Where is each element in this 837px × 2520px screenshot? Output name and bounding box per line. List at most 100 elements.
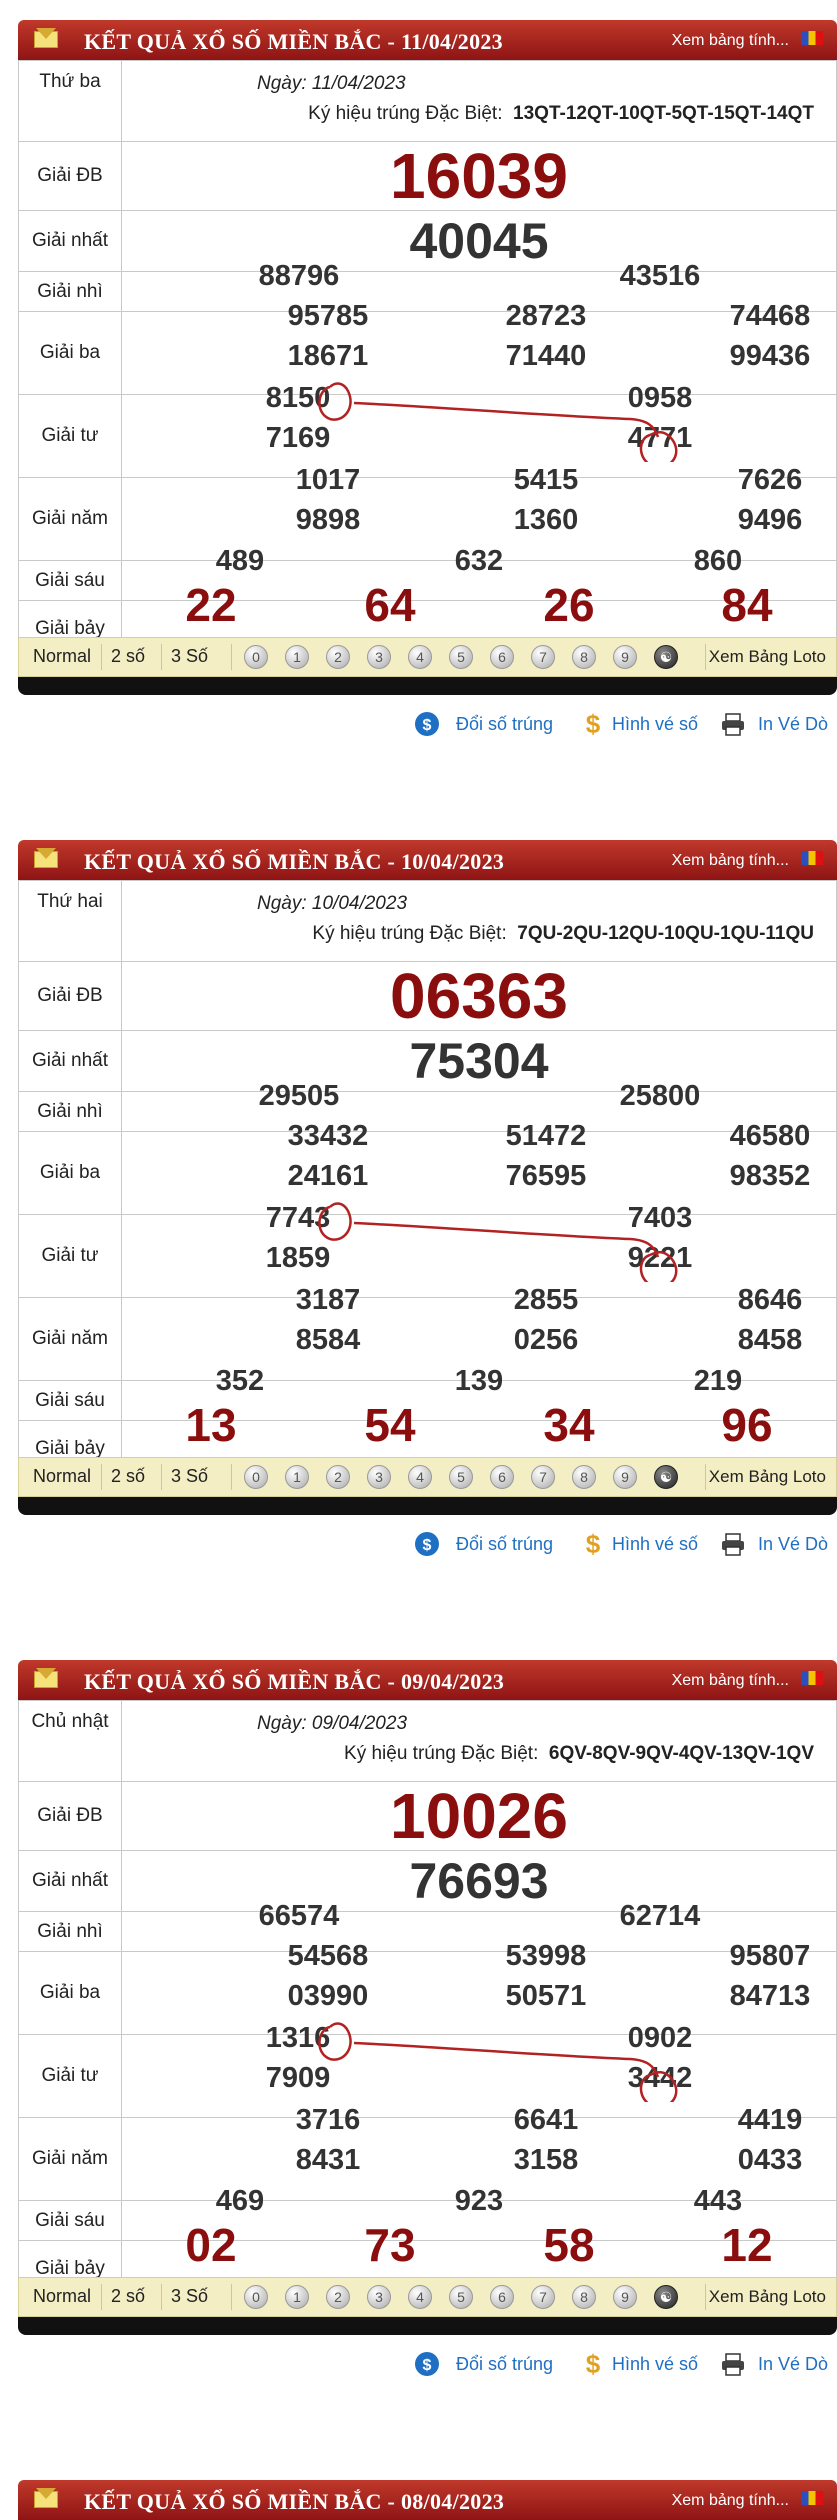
prize-number: 489 <box>215 545 265 577</box>
exchange-icon[interactable]: $ <box>414 1531 440 1557</box>
print-ticket-link[interactable]: In Vé Dò <box>758 2354 828 2375</box>
number-ball-9[interactable]: 9 <box>613 1465 637 1489</box>
number-ball-yinyang[interactable]: ☯ <box>654 645 678 669</box>
ticket-image-link[interactable]: Hình vé số <box>612 2354 698 2375</box>
number-ball-1[interactable]: 1 <box>285 645 309 669</box>
ticket-image-link[interactable]: Hình vé số <box>612 1534 698 1555</box>
loto-tab[interactable]: 3 Số <box>171 1466 208 1487</box>
first-prize-number: 40045 <box>409 213 549 269</box>
prize-label: Giải ĐB <box>18 141 122 211</box>
number-ball-4[interactable]: 4 <box>408 1465 432 1489</box>
view-table-link[interactable]: Xem bảng tính... <box>672 32 789 50</box>
dollar-icon[interactable]: $ <box>580 1529 606 1559</box>
number-ball-0[interactable]: 0 <box>244 2285 268 2309</box>
loto-table-link[interactable]: Xem Bảng Loto <box>709 647 826 667</box>
exchange-icon[interactable]: $ <box>414 2351 440 2377</box>
number-ball-6[interactable]: 6 <box>490 645 514 669</box>
loto-tab[interactable]: 2 số <box>111 1466 145 1487</box>
ticket-image-link[interactable]: Hình vé số <box>612 714 698 735</box>
exchange-link[interactable]: Đổi số trúng <box>456 2354 553 2375</box>
view-table-link[interactable]: Xem bảng tính... <box>672 1672 789 1690</box>
number-ball-2[interactable]: 2 <box>326 645 350 669</box>
envelope-icon <box>34 2488 58 2508</box>
number-ball-3[interactable]: 3 <box>367 645 391 669</box>
number-ball-2[interactable]: 2 <box>326 2285 350 2309</box>
number-ball-2[interactable]: 2 <box>326 1465 350 1489</box>
number-ball-4[interactable]: 4 <box>408 2285 432 2309</box>
number-ball-yinyang[interactable]: ☯ <box>654 1465 678 1489</box>
tab-separator <box>101 1464 102 1490</box>
table-row: Chủ nhật Ngày: 09/04/2023 Ký hiệu trúng Đặ… <box>18 1700 837 1782</box>
special-code-value: 13QT-12QT-10QT-5QT-15QT-14QT <box>513 103 814 124</box>
loto-tab[interactable]: 3 Số <box>171 2286 208 2307</box>
exchange-icon[interactable]: $ <box>414 711 440 737</box>
number-ball-1[interactable]: 1 <box>285 1465 309 1489</box>
loto-tab[interactable]: Normal <box>33 1466 91 1487</box>
table-row: Giải tư <box>18 394 837 478</box>
exchange-link[interactable]: Đổi số trúng <box>456 714 553 735</box>
result-title: KẾT QUẢ XỔ SỐ MIỀN BẮC - 08/04/2023 <box>84 2489 505 2514</box>
special-code: Ký hiệu trúng Đặc Biệt: 13QT-12QT-10QT-5… <box>308 103 814 125</box>
loto-tab[interactable]: 2 số <box>111 2286 145 2307</box>
view-table-link[interactable]: Xem bảng tính... <box>672 2492 789 2510</box>
number-ball-5[interactable]: 5 <box>449 645 473 669</box>
printer-icon[interactable] <box>720 1531 746 1557</box>
prize-number: 54 <box>364 1399 416 1451</box>
prize-values: 10026 <box>121 1781 837 1851</box>
number-ball-8[interactable]: 8 <box>572 2285 596 2309</box>
prize-number: 0958 <box>627 382 693 414</box>
number-ball-0[interactable]: 0 <box>244 645 268 669</box>
number-ball-6[interactable]: 6 <box>490 1465 514 1489</box>
draw-date: Ngày: 09/04/2023 <box>257 1713 408 1734</box>
prize-number: 0256 <box>513 1324 579 1356</box>
exchange-link[interactable]: Đổi số trúng <box>456 1534 553 1555</box>
table-row: Giải tư <box>18 1214 837 1298</box>
table-row: Giải nhì <box>18 1091 837 1132</box>
view-table-link[interactable]: Xem bảng tính... <box>672 852 789 870</box>
table-row: Giải nhất 76693 <box>18 1850 837 1912</box>
number-ball-3[interactable]: 3 <box>367 1465 391 1489</box>
number-ball-6[interactable]: 6 <box>490 2285 514 2309</box>
number-ball-9[interactable]: 9 <box>613 645 637 669</box>
printer-icon[interactable] <box>720 711 746 737</box>
loto-tab[interactable]: 2 số <box>111 646 145 667</box>
number-ball-1[interactable]: 1 <box>285 2285 309 2309</box>
print-ticket-link[interactable]: In Vé Dò <box>758 1534 828 1555</box>
prize-label: Giải tư <box>18 394 122 478</box>
loto-tab[interactable]: Normal <box>33 646 91 667</box>
number-ball-7[interactable]: 7 <box>531 1465 555 1489</box>
loto-table-link[interactable]: Xem Bảng Loto <box>709 2287 826 2307</box>
number-ball-yinyang[interactable]: ☯ <box>654 2285 678 2309</box>
dollar-icon[interactable]: $ <box>580 2349 606 2379</box>
loto-table-link[interactable]: Xem Bảng Loto <box>709 1467 826 1487</box>
prize-number: 24161 <box>287 1160 369 1192</box>
number-ball-8[interactable]: 8 <box>572 1465 596 1489</box>
number-ball-5[interactable]: 5 <box>449 2285 473 2309</box>
svg-text:$: $ <box>586 2351 601 2377</box>
loto-tab[interactable]: Normal <box>33 2286 91 2307</box>
prize-number: 9898 <box>295 504 361 536</box>
number-ball-7[interactable]: 7 <box>531 2285 555 2309</box>
weekday-cell: Thứ hai <box>18 880 122 962</box>
number-ball-4[interactable]: 4 <box>408 645 432 669</box>
dollar-icon[interactable]: $ <box>580 709 606 739</box>
prize-number: 18671 <box>287 340 369 372</box>
number-ball-8[interactable]: 8 <box>572 645 596 669</box>
number-ball-5[interactable]: 5 <box>449 1465 473 1489</box>
number-ball-9[interactable]: 9 <box>613 2285 637 2309</box>
number-ball-7[interactable]: 7 <box>531 645 555 669</box>
loto-tab[interactable]: 3 Số <box>171 646 208 667</box>
number-ball-0[interactable]: 0 <box>244 1465 268 1489</box>
prize-number: 29505 <box>258 1080 340 1112</box>
printer-icon[interactable] <box>720 2351 746 2377</box>
weekday-cell: Thứ ba <box>18 60 122 142</box>
prize-number: 632 <box>454 545 504 577</box>
prize-label: Giải ĐB <box>18 1781 122 1851</box>
prize-values <box>121 2034 837 2118</box>
number-ball-3[interactable]: 3 <box>367 2285 391 2309</box>
prize-values: 76693 <box>121 1850 837 1912</box>
print-ticket-link[interactable]: In Vé Dò <box>758 714 828 735</box>
prize-number: 352 <box>215 1365 265 1397</box>
result-header: KẾT QUẢ XỔ SỐ MIỀN BẮC - 09/04/2023 Xem b… <box>18 1660 837 1700</box>
result-header: KẾT QUẢ XỔ SỐ MIỀN BẮC - 10/04/2023 Xem b… <box>18 840 837 880</box>
